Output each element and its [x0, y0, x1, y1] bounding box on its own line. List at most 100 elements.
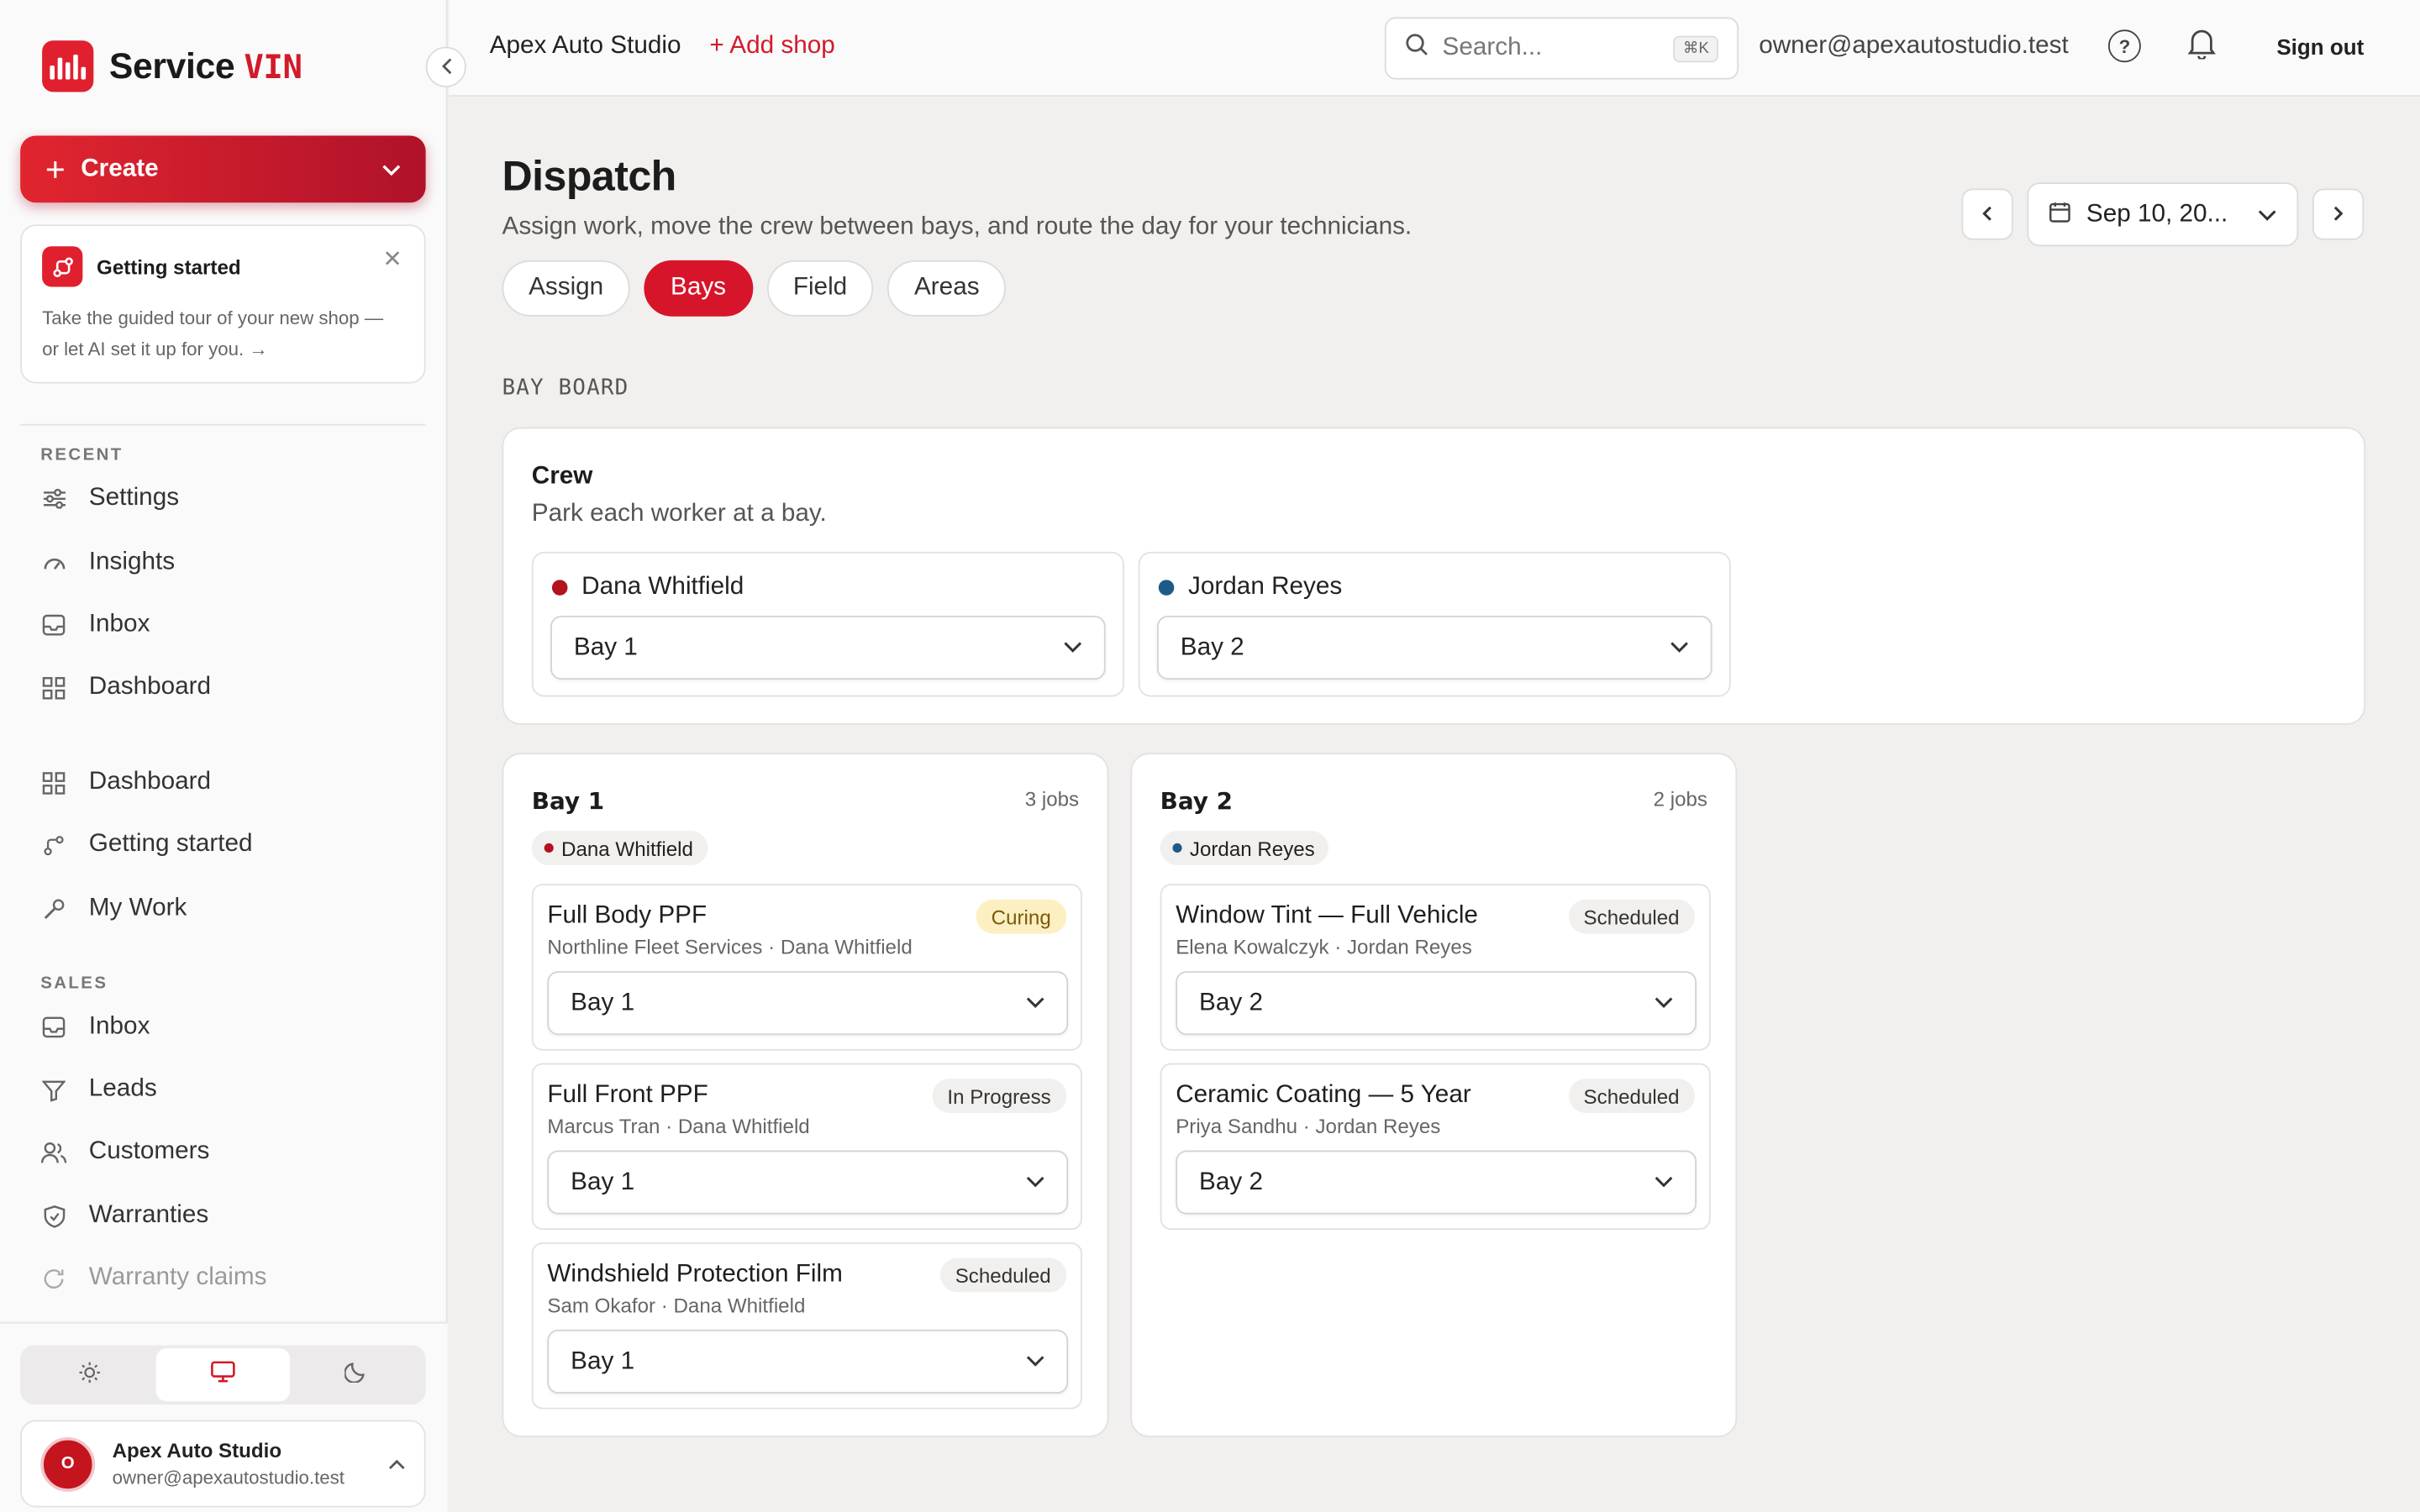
sidebar-item-dashboard-recent[interactable]: Dashboard	[40, 674, 211, 701]
tab-areas[interactable]: Areas	[887, 260, 1007, 317]
search-placeholder: Search...	[1442, 34, 1543, 61]
getting-started-card[interactable]: Getting started ✕ Take the guided tour o…	[20, 224, 426, 384]
sidebar-item-label: Warranties	[88, 1201, 209, 1229]
sidebar-item-inbox[interactable]: Inbox	[40, 1013, 150, 1041]
job-card[interactable]: Window Tint — Full Vehicle Elena Kowalcz…	[1160, 884, 1711, 1051]
sidebar-item-settings[interactable]: Settings	[40, 485, 179, 512]
add-shop-link[interactable]: + Add shop	[709, 33, 834, 60]
bay-job-count: 2 jobs	[1653, 787, 1707, 811]
create-button[interactable]: + Create	[20, 135, 426, 203]
theme-system-button[interactable]	[156, 1348, 290, 1402]
job-meta: Northline Fleet Services · Dana Whitfiel…	[547, 935, 913, 959]
calendar-icon	[2049, 201, 2070, 228]
job-bay-select[interactable]: Bay 2	[1176, 971, 1697, 1036]
inbox-icon	[40, 612, 67, 638]
sidebar-item-label: Warranty claims	[88, 1263, 267, 1291]
gauge-icon	[40, 549, 67, 576]
job-bay-select[interactable]: Bay 2	[1176, 1150, 1697, 1215]
brand-logo[interactable]: Service VIN	[42, 40, 302, 92]
monitor-icon	[210, 1361, 235, 1389]
status-badge: Scheduled	[939, 1257, 1067, 1293]
shield-icon	[40, 1203, 67, 1230]
next-day-button[interactable]	[2312, 188, 2365, 240]
sidebar-item-warranties[interactable]: Warranties	[40, 1202, 208, 1230]
sidebar-item-label: Dashboard	[88, 673, 212, 701]
brand-suffix: VIN	[244, 48, 302, 87]
crew-card: Crew Park each worker at a bay. Dana Whi…	[502, 427, 2366, 725]
tab-bays[interactable]: Bays	[644, 260, 753, 317]
bay-worker-name: Jordan Reyes	[1189, 836, 1315, 860]
sidebar-item-customers[interactable]: Customers	[40, 1138, 209, 1166]
bay-card-2: Bay 2 2 jobs Jordan Reyes Window Tint — …	[1130, 753, 1738, 1437]
worker-bay-select[interactable]: Bay 1	[550, 616, 1106, 680]
chevron-left-icon	[440, 55, 451, 79]
help-icon[interactable]: ?	[2107, 29, 2141, 63]
users-icon	[40, 1139, 67, 1166]
bay-card-1: Bay 1 3 jobs Dana Whitfield Full Body PP…	[502, 753, 1109, 1437]
sliders-icon	[40, 486, 67, 512]
job-meta: Marcus Tran · Dana Whitfield	[547, 1114, 810, 1138]
job-bay-select[interactable]: Bay 1	[547, 971, 1069, 1036]
tab-assign[interactable]: Assign	[502, 260, 630, 317]
collapse-sidebar-button[interactable]	[425, 46, 466, 87]
sidebar-item-label: Inbox	[88, 611, 150, 638]
page-subtitle: Assign work, move the crew between bays,…	[502, 213, 1413, 240]
sidebar-item-my-work[interactable]: My Work	[40, 895, 187, 922]
chevron-down-icon	[2258, 200, 2276, 228]
search-input[interactable]: Search... ⌘K	[1384, 17, 1739, 80]
chevron-up-icon	[388, 1453, 405, 1475]
job-meta: Elena Kowalczyk · Jordan Reyes	[1176, 935, 1472, 959]
date-picker[interactable]: Sep 10, 20...	[2027, 182, 2299, 247]
chevron-left-icon	[1982, 202, 1993, 226]
worker-bay-select[interactable]: Bay 2	[1156, 616, 1712, 680]
worker-color-dot	[1158, 580, 1175, 596]
worker-bay-value: Bay 2	[1180, 633, 1244, 660]
recent-section-label: RECENT	[40, 445, 124, 465]
job-card[interactable]: Ceramic Coating — 5 Year Priya Sandhu · …	[1160, 1063, 1711, 1231]
status-badge: Scheduled	[1567, 1079, 1696, 1113]
tab-field[interactable]: Field	[766, 260, 874, 317]
sidebar-item-label: My Work	[88, 895, 187, 921]
close-icon[interactable]: ✕	[382, 244, 402, 273]
job-bay-value: Bay 1	[571, 1168, 635, 1195]
job-bay-select[interactable]: Bay 1	[547, 1150, 1069, 1215]
status-badge: Curing	[976, 899, 1067, 934]
sign-out-button[interactable]: Sign out	[2276, 34, 2364, 60]
theme-light-button[interactable]	[24, 1348, 156, 1401]
theme-dark-button[interactable]	[290, 1348, 423, 1401]
job-card[interactable]: Full Body PPF Northline Fleet Services ·…	[531, 884, 1082, 1051]
date-value: Sep 10, 20...	[2086, 200, 2228, 228]
sidebar-item-dashboard[interactable]: Dashboard	[40, 769, 211, 796]
chevron-down-icon[interactable]	[382, 158, 401, 180]
job-card[interactable]: Full Front PPF Marcus Tran · Dana Whitfi…	[531, 1063, 1082, 1231]
job-title: Windshield Protection Film	[547, 1261, 843, 1288]
chevron-down-icon	[1064, 638, 1082, 657]
bell-icon[interactable]	[2187, 28, 2216, 66]
wrench-icon	[40, 895, 67, 922]
bay-name: Bay 2	[1160, 787, 1233, 816]
create-button-label: Create	[81, 155, 159, 182]
status-badge: Scheduled	[1567, 899, 1696, 934]
sidebar-item-warranty-claims[interactable]: Warranty claims	[40, 1264, 266, 1292]
bay-board-heading: BAY BOARD	[502, 375, 629, 401]
chevron-down-icon	[1026, 994, 1044, 1012]
job-bay-select[interactable]: Bay 1	[547, 1329, 1069, 1394]
page-title: Dispatch	[502, 152, 677, 200]
status-badge: In Progress	[931, 1079, 1067, 1113]
job-title: Full Front PPF	[547, 1081, 708, 1109]
current-shop-name[interactable]: Apex Auto Studio	[490, 33, 681, 60]
job-meta: Sam Okafor · Dana Whitfield	[547, 1294, 806, 1318]
sidebar-item-label: Inbox	[88, 1013, 150, 1040]
getting-started-description[interactable]: Take the guided tour of your new shop — …	[42, 302, 404, 365]
account-menu[interactable]: O Apex Auto Studio owner@apexautostudio.…	[20, 1420, 426, 1508]
job-bay-value: Bay 2	[1199, 1168, 1263, 1195]
sidebar-item-leads[interactable]: Leads	[40, 1075, 157, 1103]
job-card[interactable]: Windshield Protection Film Sam Okafor · …	[531, 1242, 1082, 1410]
crew-worker-card: Dana Whitfield Bay 1	[531, 551, 1124, 697]
account-name: Apex Auto Studio	[112, 1438, 282, 1462]
sidebar-item-inbox-recent[interactable]: Inbox	[40, 611, 150, 638]
sidebar-item-insights[interactable]: Insights	[40, 549, 175, 576]
sidebar-item-getting-started[interactable]: Getting started	[40, 831, 253, 858]
job-bay-value: Bay 1	[571, 1347, 635, 1374]
previous-day-button[interactable]	[1961, 188, 2013, 240]
